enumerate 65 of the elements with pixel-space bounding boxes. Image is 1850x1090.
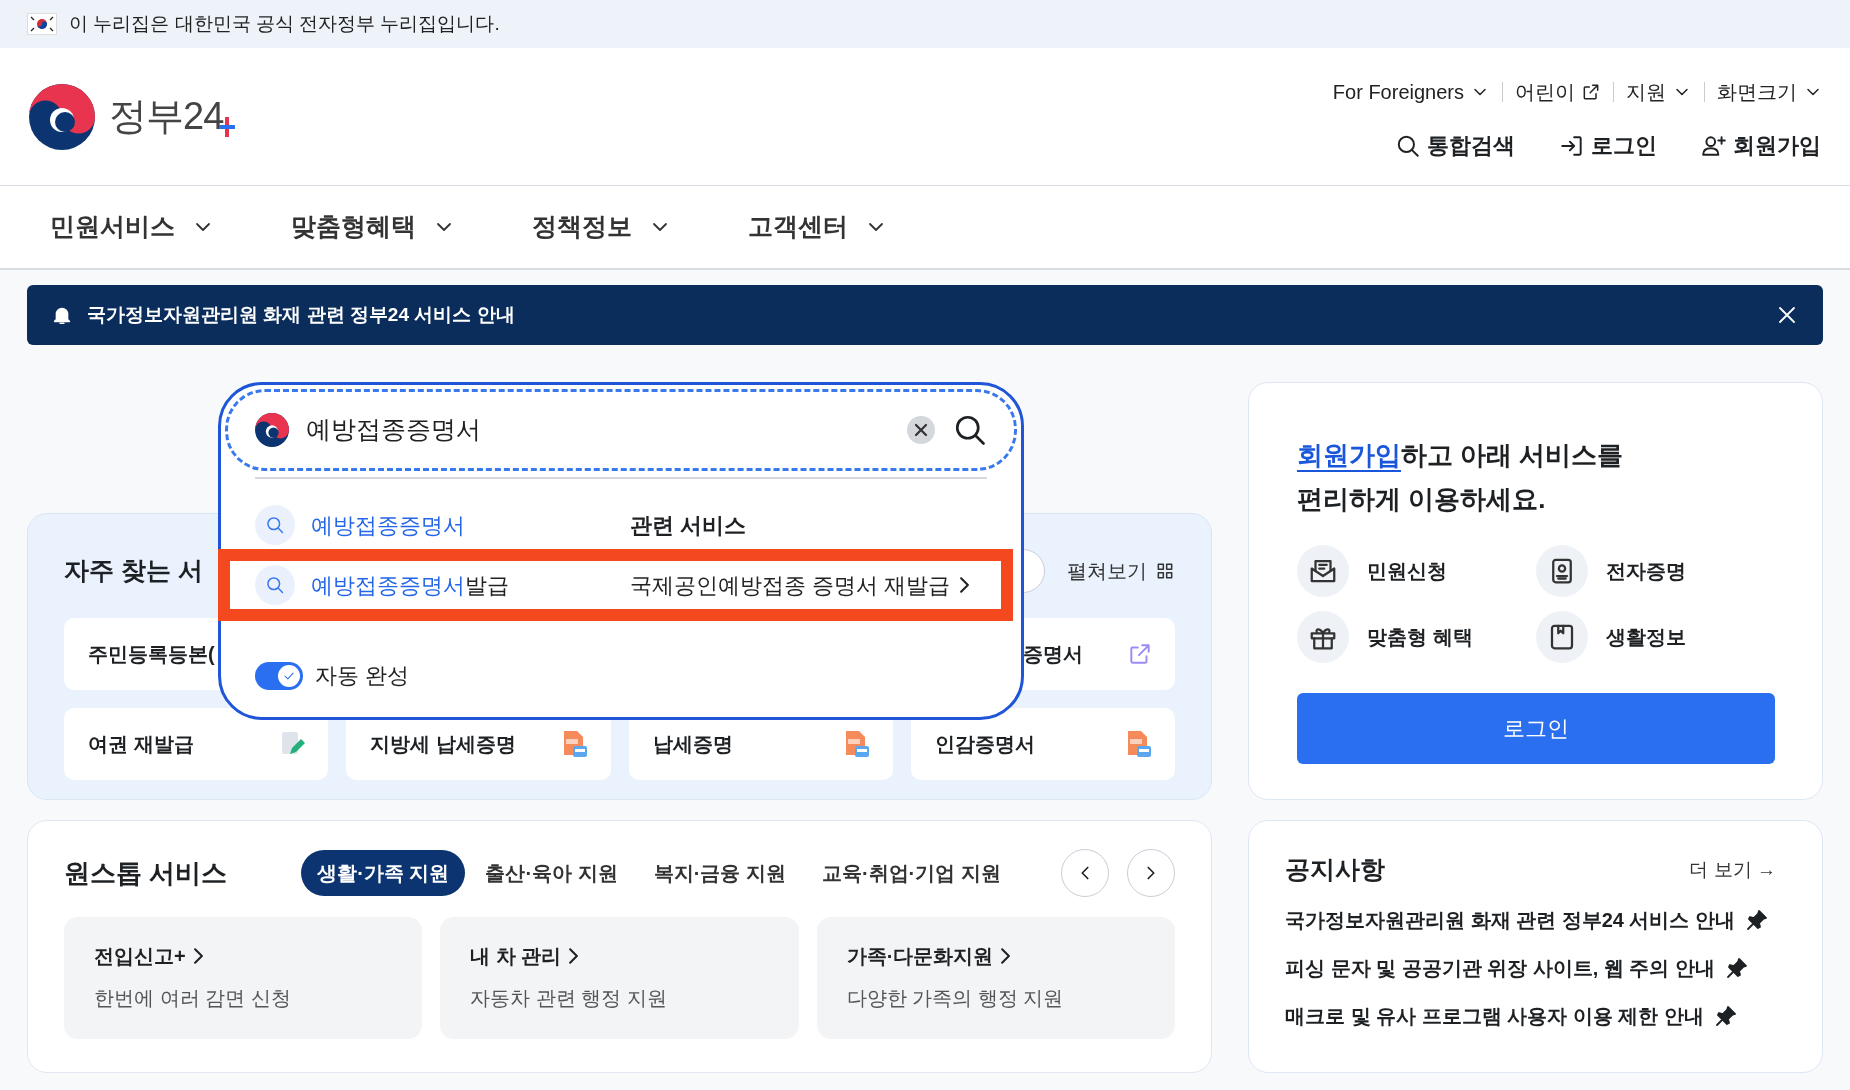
notice-item[interactable]: 피싱 문자 및 공공기관 위장 사이트, 웹 주의 안내 xyxy=(1285,952,1786,983)
service-link[interactable]: 민원신청 xyxy=(1297,545,1536,597)
card-title: 가족·다문화지원 xyxy=(846,944,994,969)
autocomplete-toggle[interactable] xyxy=(255,661,303,690)
search-bar[interactable]: 예방접종증명서 xyxy=(225,389,1017,471)
nav-menu-item[interactable]: 맞춤형혜택 xyxy=(291,208,472,246)
service-shortcut[interactable]: 여권 재발급 xyxy=(64,708,329,780)
nav-menu-item[interactable]: 정책정보 xyxy=(532,208,688,246)
suggestion-item[interactable]: 예방접종증명서 xyxy=(255,505,600,545)
chevron-right-icon xyxy=(960,577,970,593)
utility-link[interactable]: 화면크기 xyxy=(1717,77,1823,107)
suggestion-item[interactable]: 예방접종증명서 발급 xyxy=(255,565,600,605)
section-title: 자주 찾는 서 xyxy=(64,555,203,587)
service-link[interactable]: 맞춤형 혜택 xyxy=(1297,611,1536,663)
related-heading: 관련 서비스 xyxy=(630,511,747,540)
search-icon xyxy=(265,515,285,535)
grid-icon xyxy=(1155,561,1175,581)
clear-button[interactable] xyxy=(906,415,936,445)
chevron-right-icon xyxy=(193,948,203,964)
service-link[interactable]: 생활정보 xyxy=(1535,611,1774,663)
logo-text[interactable]: 정부24 xyxy=(109,88,224,145)
card-description: 다양한 가족의 행정 지원 xyxy=(846,986,1065,1011)
header-action-button[interactable]: 로그인 xyxy=(1559,129,1657,162)
pdf-file-icon xyxy=(1125,729,1153,759)
service-shortcut[interactable]: 인감증명서 xyxy=(910,708,1175,780)
category-tab[interactable]: 생활·가족 지원 xyxy=(301,850,466,896)
logo-emblem-icon[interactable] xyxy=(27,81,97,152)
external-link-icon xyxy=(1127,641,1153,667)
category-tab[interactable]: 출산·육아 지원 xyxy=(469,850,634,896)
nav-menu-item[interactable]: 민원서비스 xyxy=(50,208,231,246)
service-card[interactable]: 전입신고+ 한번에 여러 감면 신청 xyxy=(64,917,423,1039)
login-button[interactable]: 로그인 xyxy=(1297,693,1775,764)
utility-link[interactable]: For Foreigners xyxy=(1332,77,1490,107)
section-title: 공지사항 xyxy=(1285,854,1385,885)
chevron-right-icon xyxy=(1001,948,1011,964)
chevron-right-icon xyxy=(569,948,579,964)
utility-link[interactable]: 지원 xyxy=(1626,77,1692,107)
search-input[interactable]: 예방접종증명서 xyxy=(306,411,890,449)
utility-link[interactable]: 어린이 xyxy=(1515,77,1601,107)
service-link[interactable]: 전자증명 xyxy=(1535,545,1774,597)
gov-banner-text: 이 누리집은 대한민국 공식 전자정부 누리집입니다. xyxy=(69,11,500,36)
search-icon xyxy=(265,575,285,595)
category-tab[interactable]: 교육·취업·기업 지원 xyxy=(805,850,1017,896)
related-service-link[interactable]: 국제공인예방접종 증명서 재발급 xyxy=(630,568,970,602)
notice-item[interactable]: 매크로 및 유사 프로그램 사용자 이용 제한 안내 xyxy=(1285,1000,1786,1031)
card-description: 자동차 관련 행정 지원 xyxy=(470,986,668,1011)
category-tab[interactable]: 복지·금융 지원 xyxy=(637,850,802,896)
card-title: 전입신고+ xyxy=(94,944,186,969)
service-card[interactable]: 가족·다문화지원 다양한 가족의 행정 지원 xyxy=(816,917,1175,1039)
external-link-icon xyxy=(1581,82,1601,102)
more-link[interactable]: 더 보기 → xyxy=(1689,855,1776,884)
signup-prompt: 회원가입하고 아래 서비스를 편리하게 이용하세요. xyxy=(1297,439,1625,516)
header-action-button[interactable]: 회원가입 xyxy=(1701,129,1821,162)
signup-link[interactable]: 회원가입 xyxy=(1297,440,1401,470)
emblem-icon xyxy=(254,412,290,448)
expand-button[interactable]: 펼쳐보기 xyxy=(1067,556,1175,586)
flag-icon xyxy=(27,13,57,35)
alert-text[interactable]: 국가정보자원관리원 화재 관련 정부24 서비스 안내 xyxy=(87,300,515,330)
notice-item[interactable]: 국가정보자원관리원 화재 관련 정부24 서비스 안내 xyxy=(1285,904,1786,935)
service-card[interactable]: 내 차 관리 자동차 관련 행정 지원 xyxy=(440,917,799,1039)
header-action-button[interactable]: 통합검색 xyxy=(1395,129,1515,162)
card-description: 한번에 여러 감면 신청 xyxy=(94,986,292,1011)
nav-menu-item[interactable]: 고객센터 xyxy=(748,208,904,246)
section-title: 원스톱 서비스 xyxy=(64,856,228,890)
card-title: 내 차 관리 xyxy=(470,944,562,969)
